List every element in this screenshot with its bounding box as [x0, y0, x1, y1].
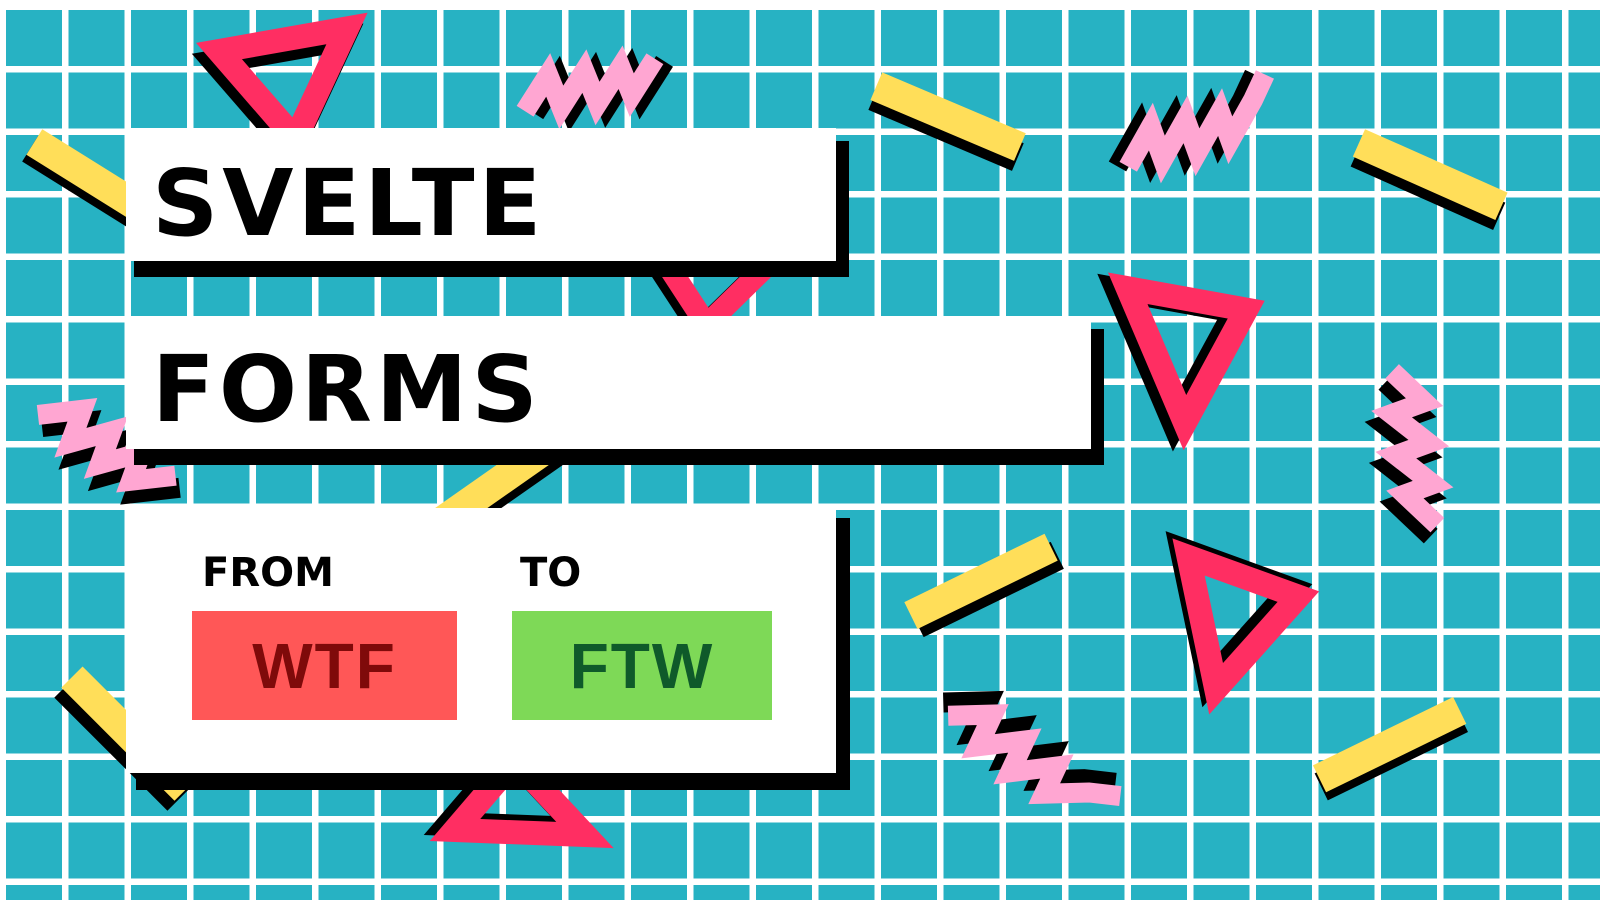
title-card-1: SVELTE	[126, 128, 836, 261]
title-card-2: FORMS	[126, 316, 1091, 449]
title-line-1: SVELTE	[152, 150, 546, 257]
grid-border-left	[0, 0, 6, 900]
grid-border-top	[0, 0, 1600, 10]
comparison-card: FROM TO WTF FTW	[126, 508, 836, 773]
wtf-badge: WTF	[192, 611, 457, 720]
ftw-badge: FTW	[512, 611, 772, 720]
from-label: FROM	[202, 550, 334, 596]
to-label: TO	[520, 550, 582, 596]
title-line-2: FORMS	[152, 336, 542, 443]
